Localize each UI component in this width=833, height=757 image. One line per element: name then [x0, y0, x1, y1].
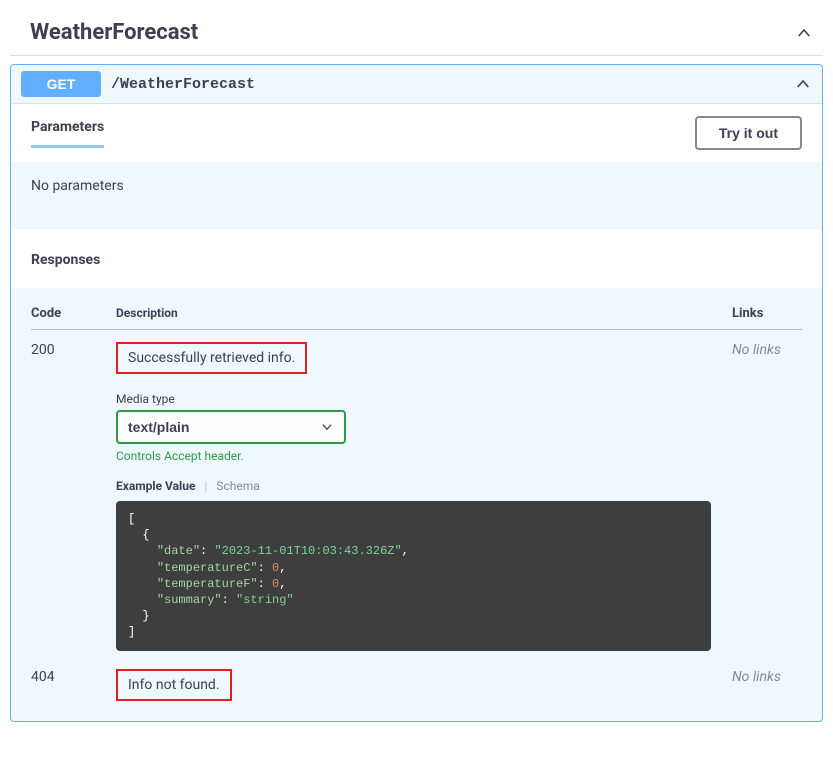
responses-heading: Responses — [31, 252, 100, 268]
responses-table: Code Description Links 200 Successfully … — [11, 288, 822, 721]
section-title: WeatherForecast — [30, 20, 198, 45]
method-badge: GET — [21, 71, 101, 97]
example-tabs: Example Value | Schema — [116, 479, 732, 493]
response-code: 404 — [31, 669, 116, 701]
section-header[interactable]: WeatherForecast — [10, 10, 823, 56]
col-header-links: Links — [732, 306, 802, 321]
tab-schema[interactable]: Schema — [216, 479, 259, 493]
response-code: 200 — [31, 342, 116, 651]
responses-header: Responses — [11, 229, 822, 288]
endpoint-container: GET /WeatherForecast Parameters Try it o… — [10, 64, 823, 722]
media-type-hint: Controls Accept header. — [116, 449, 732, 463]
media-type-value: text/plain — [128, 419, 189, 435]
no-parameters-text: No parameters — [11, 162, 822, 229]
response-row: 200 Successfully retrieved info. Media t… — [31, 330, 802, 651]
endpoint-path: /WeatherForecast — [111, 76, 794, 93]
tab-example-value[interactable]: Example Value — [116, 479, 195, 493]
response-row: 404 Info not found. No links — [31, 651, 802, 701]
try-it-out-button[interactable]: Try it out — [695, 116, 802, 150]
chevron-down-icon — [320, 420, 334, 434]
col-header-code: Code — [31, 306, 116, 321]
media-type-select[interactable]: text/plain — [116, 410, 346, 444]
responses-table-header: Code Description Links — [31, 288, 802, 330]
example-code-block: [ { "date": "2023-11-01T10:03:43.326Z", … — [116, 501, 711, 651]
chevron-up-icon — [795, 24, 813, 42]
col-header-description: Description — [116, 306, 732, 321]
endpoint-header[interactable]: GET /WeatherForecast — [11, 65, 822, 103]
response-description: Successfully retrieved info. — [116, 342, 307, 374]
parameters-heading: Parameters — [31, 119, 104, 135]
parameters-section: Parameters Try it out — [11, 103, 822, 162]
response-description: Info not found. — [116, 669, 232, 701]
tab-divider: | — [204, 479, 207, 493]
response-links: No links — [732, 342, 802, 651]
chevron-up-icon — [794, 75, 812, 93]
media-type-label: Media type — [116, 392, 732, 406]
response-links: No links — [732, 669, 802, 701]
response-description-cell: Info not found. — [116, 669, 732, 701]
response-description-cell: Successfully retrieved info. Media type … — [116, 342, 732, 651]
